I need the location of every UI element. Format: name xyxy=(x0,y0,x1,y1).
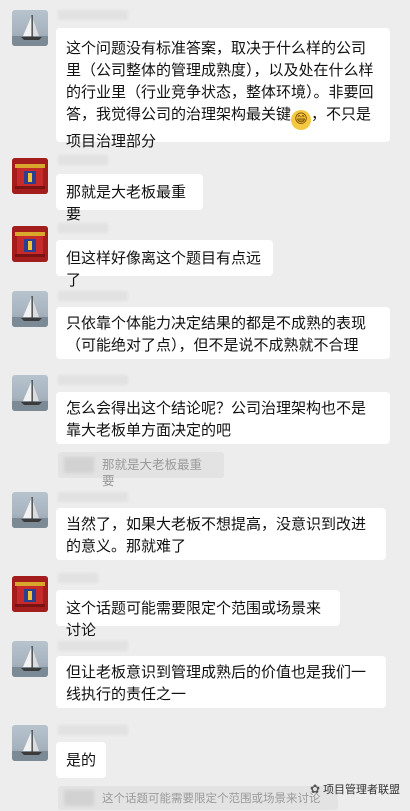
grin-emoji-icon: 😁 xyxy=(291,110,312,130)
watermark-text: 项目管理者联盟 xyxy=(323,783,400,796)
quoted-sender xyxy=(64,457,94,473)
quoted-reply[interactable]: 那就是大老板最重要 xyxy=(58,452,224,488)
sailboat-avatar[interactable] xyxy=(12,291,48,327)
message-text: 怎么会得出这个结论呢？公司治理架构也不是靠大老板单方面决定的吧 xyxy=(66,399,367,439)
red-building-avatar[interactable] xyxy=(12,576,48,612)
message-bubble[interactable]: 只依靠个体能力决定结果的都是不成熟的表现（可能绝对了点），但不是说不成熟就不合理 xyxy=(56,307,390,359)
message-text: 但让老板意识到管理成熟后的价值也是我们一线执行的责任之一 xyxy=(66,663,367,703)
message-text: 那就是大老板最重要 xyxy=(66,183,187,223)
message-bubble[interactable]: 怎么会得出这个结论呢？公司治理架构也不是靠大老板单方面决定的吧 xyxy=(56,392,390,444)
message-bubble[interactable]: 当然了，如果大老板不想提高，没意识到改进的意义。那就难了 xyxy=(56,508,386,560)
sender-name xyxy=(58,492,128,502)
red-building-avatar[interactable] xyxy=(12,158,48,194)
red-building-avatar[interactable] xyxy=(12,226,48,262)
sender-name xyxy=(58,155,108,165)
sailboat-avatar[interactable] xyxy=(12,725,48,761)
sender-name xyxy=(58,375,128,385)
message-text: 这个话题可能需要限定个范围或场景来讨论 xyxy=(66,599,322,639)
message-bubble[interactable]: 这个问题没有标准答案，取决于什么样的公司里（公司整体的管理成熟度），以及处在什么… xyxy=(56,28,390,150)
wechat-icon: ✿ xyxy=(309,782,320,796)
quoted-reply[interactable]: 这个话题可能需要限定个范围或场景来讨论 xyxy=(58,786,338,810)
sailboat-avatar[interactable] xyxy=(12,492,48,528)
sender-name xyxy=(58,10,128,20)
quoted-text: 这个话题可能需要限定个范围或场景来讨论 xyxy=(102,791,321,805)
quoted-sender xyxy=(64,790,94,806)
sender-name xyxy=(58,223,108,233)
message-bubble[interactable]: 是的 xyxy=(56,742,106,778)
message-bubble[interactable]: 这个话题可能需要限定个范围或场景来讨论 xyxy=(56,590,340,639)
message-bubble[interactable]: 但这样好像离这个题目有点远了 xyxy=(56,240,273,289)
message-text: 是的 xyxy=(66,751,97,769)
sender-name xyxy=(58,725,128,735)
sailboat-avatar[interactable] xyxy=(12,375,48,411)
watermark: ✿ 项目管理者联盟 xyxy=(310,781,400,797)
sender-name xyxy=(58,573,98,583)
sender-name xyxy=(58,641,128,651)
sailboat-avatar[interactable] xyxy=(12,641,48,677)
message-text: 当然了，如果大老板不想提高，没意识到改进的意义。那就难了 xyxy=(66,515,367,555)
sailboat-avatar[interactable] xyxy=(12,10,48,46)
message-bubble[interactable]: 那就是大老板最重要 xyxy=(56,174,203,223)
message-text: 但这样好像离这个题目有点远了 xyxy=(66,249,262,289)
sender-name xyxy=(58,291,128,301)
message-bubble[interactable]: 但让老板意识到管理成熟后的价值也是我们一线执行的责任之一 xyxy=(56,656,386,708)
message-text: 只依靠个体能力决定结果的都是不成熟的表现（可能绝对了点），但不是说不成熟就不合理 xyxy=(66,314,367,354)
quoted-text: 那就是大老板最重要 xyxy=(102,457,203,488)
